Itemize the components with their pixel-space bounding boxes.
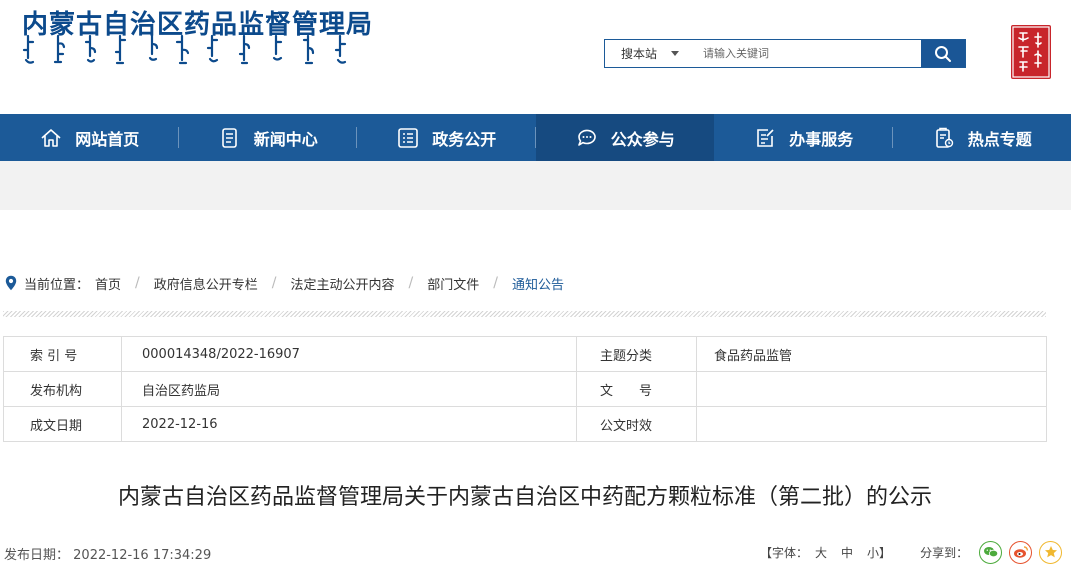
edit-icon [753,126,777,150]
dotted-divider [3,311,1046,317]
publish-date: 发布日期： 2022-12-16 17:34:29 [4,544,211,563]
breadcrumb-dept-documents[interactable]: 部门文件 [427,274,479,293]
main-nav: 网站首页 新闻中心 政务公开 公众参与 办事服务 热点专题 [0,114,1071,161]
nav-item-label: 公众参与 [610,129,675,149]
font-size-label: 【字体： [760,545,809,560]
nav-item-home[interactable]: 网站首页 [0,114,179,161]
table-cell-label: 索 引 号 [3,336,122,372]
document-info-table: 索 引 号 000014348/2022-16907 主题分类 食品药品监管 发… [3,336,1047,442]
caret-down-icon [671,51,679,56]
font-size-small-button[interactable]: 小】 [867,544,891,561]
document-icon [218,126,242,150]
table-cell-value: 食品药品监管 [696,336,1047,372]
location-pin-icon [5,275,17,291]
clipboard-icon [932,126,956,150]
font-size-large-button[interactable]: 大 [815,544,827,561]
table-cell-value [696,406,1047,442]
breadcrumb-home[interactable]: 首页 [95,274,121,293]
breadcrumb-separator: / [408,275,414,291]
table-cell-value [696,371,1047,407]
search-icon [935,45,951,62]
nav-item-label: 政务公开 [432,129,497,149]
table-row: 索 引 号 000014348/2022-16907 主题分类 食品药品监管 [3,336,1047,372]
table-cell-value: 000014348/2022-16907 [121,336,577,372]
table-cell-value: 2022-12-16 [121,406,577,442]
weibo-icon[interactable] [1009,540,1033,564]
breadcrumb-statutory-content[interactable]: 法定主动公开内容 [290,274,394,293]
article-tools: 【字体： 大 中 小】 分享到： [760,540,1063,564]
breadcrumb-notices[interactable]: 通知公告 [512,274,564,293]
table-cell-label: 成文日期 [3,406,122,442]
nav-item-gov-info[interactable]: 政务公开 [357,114,536,161]
table-cell-label: 文 号 [576,371,697,407]
search-scope-label: 搜本站 [620,47,657,61]
table-cell-value: 自治区药监局 [121,371,577,407]
share-label: 分享到： [920,545,969,560]
table-cell-label: 主题分类 [576,336,697,372]
list-icon [396,126,420,150]
publish-date-value: 2022-12-16 17:34:29 [73,548,212,563]
table-row: 发布机构 自治区药监局 文 号 [3,371,1047,407]
favorite-icon[interactable] [1039,540,1063,564]
table-cell-label: 发布机构 [3,371,122,407]
site-header: 内蒙古自治区药品监督管理局 搜本站 [0,0,1071,114]
nav-item-news[interactable]: 新闻中心 [179,114,357,161]
search-button[interactable] [921,40,965,67]
breadcrumb-separator: / [493,275,498,291]
breadcrumb-separator: / [271,275,277,291]
table-row: 成文日期 2022-12-16 公文时效 [3,406,1047,442]
article-title: 内蒙古自治区药品监督管理局关于内蒙古自治区中药配方颗粒标准（第二批）的公示 [117,485,932,510]
nav-item-services[interactable]: 办事服务 [714,114,893,161]
banner-band [0,161,1071,210]
nav-item-label: 新闻中心 [253,129,318,149]
wechat-icon[interactable] [979,540,1003,564]
chat-icon [575,126,599,150]
search-input[interactable] [695,40,921,67]
nav-item-public-participation[interactable]: 公众参与 [535,114,714,161]
nav-item-label: 网站首页 [75,129,140,149]
breadcrumb-label: 当前位置： [24,277,90,293]
mongolian-script-logo [22,34,347,65]
table-cell-label: 公文时效 [576,406,697,442]
home-icon [39,126,63,150]
breadcrumb: 当前位置： 首页 / 政府信息公开专栏 / 法定主动公开内容 / 部门文件 / … [5,274,564,293]
nav-item-topics[interactable]: 热点专题 [893,114,1071,161]
search-scope-dropdown[interactable]: 搜本站 [605,40,695,67]
breadcrumb-gov-info-column[interactable]: 政府信息公开专栏 [154,274,258,293]
site-search: 搜本站 [604,39,966,68]
breadcrumb-separator: / [135,275,140,291]
red-seal-logo [1011,25,1051,79]
publish-date-label: 发布日期： [4,548,70,563]
nav-item-label: 办事服务 [789,129,854,149]
nav-item-label: 热点专题 [967,129,1032,149]
font-size-medium-button[interactable]: 中 [841,544,853,561]
